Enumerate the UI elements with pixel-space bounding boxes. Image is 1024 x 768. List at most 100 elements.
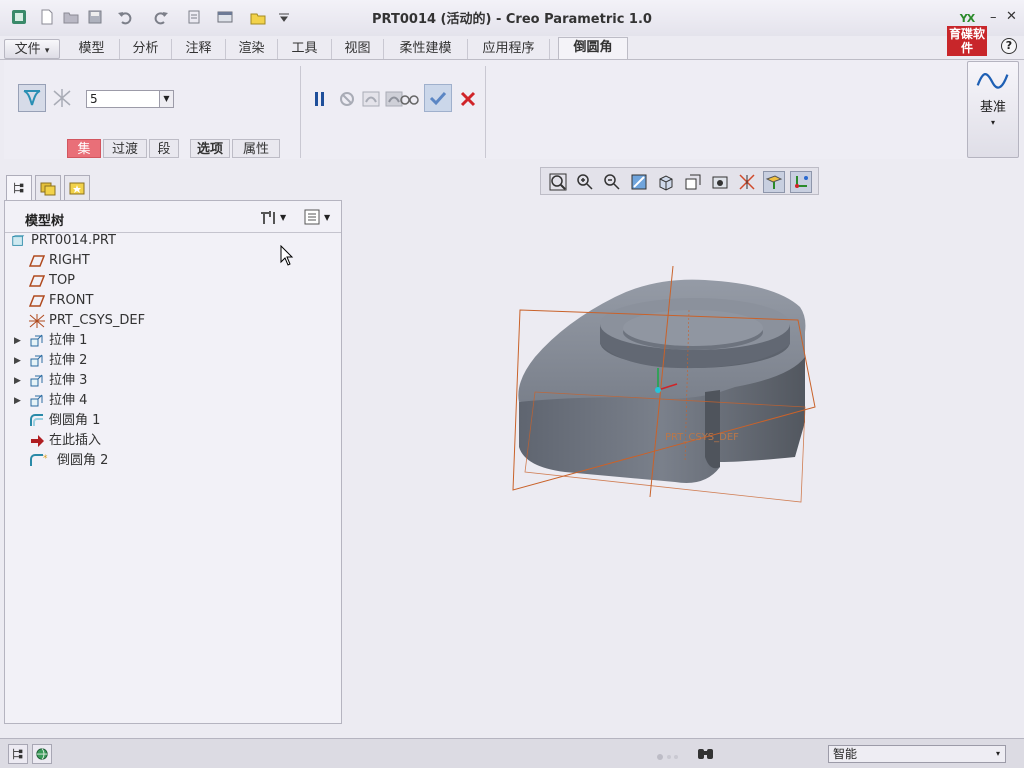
tree-item-label: 拉伸 2 bbox=[49, 353, 88, 368]
tree-show-button[interactable]: ▼ bbox=[303, 207, 330, 227]
view-manager-icon[interactable] bbox=[709, 171, 731, 193]
chevron-down-icon: ▼ bbox=[280, 212, 287, 222]
tree-item[interactable]: ▶ 拉伸 3 bbox=[5, 371, 341, 391]
tree-item-label: 拉伸 3 bbox=[49, 373, 88, 388]
subtab-properties[interactable]: 属性 bbox=[232, 139, 280, 158]
selection-filter-select[interactable]: 智能 ▾ bbox=[828, 745, 1006, 763]
tree-item[interactable]: 在此插入 bbox=[5, 431, 341, 451]
tree-item[interactable]: * 倒圆角 2 bbox=[5, 451, 341, 471]
tree-item[interactable]: PRT_CSYS_DEF bbox=[5, 311, 341, 331]
tree-item[interactable]: ▶ 拉伸 4 bbox=[5, 391, 341, 411]
tab-render[interactable]: 渲染 bbox=[226, 39, 278, 59]
refit-icon[interactable] bbox=[547, 171, 569, 193]
tab-model[interactable]: 模型 bbox=[64, 39, 120, 59]
radius-value: 5 bbox=[90, 92, 98, 106]
folder-browser-tab-icon[interactable] bbox=[35, 175, 61, 201]
datum-button[interactable]: 基准 ▾ bbox=[967, 61, 1019, 158]
expand-arrow-icon[interactable]: ▶ bbox=[14, 391, 21, 411]
chevron-down-icon: ▾ bbox=[44, 46, 50, 56]
tab-tools[interactable]: 工具 bbox=[278, 39, 332, 59]
extrude-icon bbox=[29, 334, 45, 348]
confirm-check-icon[interactable] bbox=[424, 84, 452, 112]
round-set-mode-icon[interactable] bbox=[18, 84, 46, 112]
tab-flexible-modeling[interactable]: 柔性建模 bbox=[384, 39, 468, 59]
tree-item[interactable]: ▶ 拉伸 2 bbox=[5, 351, 341, 371]
plane-display-icon[interactable] bbox=[763, 171, 785, 193]
subtab-transitions[interactable]: 过渡 bbox=[103, 139, 147, 158]
tree-item-label: TOP bbox=[49, 273, 76, 288]
tab-applications[interactable]: 应用程序 bbox=[468, 39, 550, 59]
tree-item-label: 拉伸 4 bbox=[49, 393, 88, 408]
cancel-x-icon[interactable] bbox=[454, 85, 482, 113]
verify-mode-icon[interactable] bbox=[396, 85, 422, 113]
display-style-icon[interactable] bbox=[655, 171, 677, 193]
model-tree-title: 模型树 bbox=[25, 214, 65, 229]
minimize-icon[interactable]: – bbox=[990, 10, 997, 25]
tab-file-label: 文件 bbox=[14, 42, 41, 57]
round-ribbon: 5 ▼ 集 过渡 段 选项 属性 bbox=[4, 60, 1020, 159]
tab-analysis[interactable]: 分析 bbox=[120, 39, 172, 59]
tree-item[interactable]: FRONT bbox=[5, 291, 341, 311]
radius-input[interactable]: 5 ▼ bbox=[86, 90, 174, 108]
transition-mode-icon[interactable] bbox=[48, 84, 76, 112]
tree-settings-button[interactable]: ▼ bbox=[259, 207, 286, 227]
tree-item-label: 在此插入 bbox=[49, 433, 102, 448]
expand-arrow-icon[interactable]: ▶ bbox=[14, 351, 21, 371]
zoom-in-icon[interactable] bbox=[574, 171, 596, 193]
no-preview-icon[interactable] bbox=[334, 85, 360, 113]
tab-round[interactable]: 倒圆角 bbox=[558, 37, 628, 60]
selection-filter-value: 智能 bbox=[833, 747, 858, 761]
part-model-view[interactable]: PRT_CSYS_DEF bbox=[505, 262, 825, 512]
repaint-icon[interactable] bbox=[628, 171, 650, 193]
model-tree-panel: 模型树 ▼ ▼ PRT0014.PRT RIGHT TOP FRONT PRT_CSYS… bbox=[4, 200, 342, 724]
ribbon-tabs: 文件 ▾ 模型 分析 注释 渲染 工具 视图 柔性建模 应用程序 倒圆角 bbox=[0, 37, 1024, 60]
browser-toggle-icon[interactable] bbox=[32, 744, 52, 764]
round-new-icon: * bbox=[29, 454, 51, 468]
insert-here-icon bbox=[29, 434, 45, 448]
csys-display-icon[interactable] bbox=[790, 171, 812, 193]
tree-item-label: PRT_CSYS_DEF bbox=[49, 313, 146, 328]
favorites-tab-icon[interactable] bbox=[64, 175, 90, 201]
window-title: PRT0014 (活动的) - Creo Parametric 1.0 bbox=[372, 12, 652, 27]
graphics-toolbar bbox=[540, 167, 819, 195]
datum-curve-icon bbox=[976, 73, 1009, 89]
tree-item[interactable]: 倒圆角 1 bbox=[5, 411, 341, 431]
subtab-sets[interactable]: 集 bbox=[67, 139, 101, 158]
datum-plane-icon bbox=[28, 254, 46, 268]
chevron-down-icon: ▼ bbox=[324, 212, 331, 222]
expand-arrow-icon[interactable]: ▶ bbox=[14, 331, 21, 351]
csys-origin bbox=[655, 387, 661, 393]
subtab-pieces[interactable]: 段 bbox=[149, 139, 179, 158]
tree-item[interactable]: TOP bbox=[5, 271, 341, 291]
part-icon bbox=[11, 234, 27, 248]
tree-item[interactable]: ▶ 拉伸 1 bbox=[5, 331, 341, 351]
zoom-out-icon[interactable] bbox=[601, 171, 623, 193]
tab-annotate[interactable]: 注释 bbox=[172, 39, 226, 59]
list-icon bbox=[304, 209, 320, 225]
subtab-options[interactable]: 选项 bbox=[190, 139, 230, 158]
expand-arrow-icon[interactable]: ▶ bbox=[14, 371, 21, 391]
hammer-icon bbox=[261, 211, 275, 224]
tree-item-label: 倒圆角 1 bbox=[49, 413, 101, 428]
navigator-toggle-icon[interactable] bbox=[8, 744, 28, 764]
csys-label: PRT_CSYS_DEF bbox=[665, 432, 739, 443]
tree-item-label: RIGHT bbox=[49, 253, 90, 268]
group-separator bbox=[300, 66, 301, 158]
tab-file[interactable]: 文件 ▾ bbox=[4, 39, 60, 59]
pause-icon[interactable] bbox=[306, 85, 334, 113]
tab-view[interactable]: 视图 bbox=[332, 39, 384, 59]
chevron-down-icon[interactable]: ▼ bbox=[159, 91, 173, 107]
logo-mark: YX bbox=[959, 12, 975, 25]
saved-views-icon[interactable] bbox=[682, 171, 704, 193]
model-tree-tab-icon[interactable] bbox=[6, 175, 32, 201]
perspective-view-icon[interactable] bbox=[736, 171, 758, 193]
datum-plane-icon bbox=[28, 274, 46, 288]
find-binoculars-icon[interactable] bbox=[694, 745, 718, 763]
extrude-icon bbox=[29, 394, 45, 408]
status-bar: 智能 ▾ bbox=[0, 738, 1024, 768]
close-icon[interactable]: ✕ bbox=[1006, 9, 1017, 24]
datum-plane-icon bbox=[28, 294, 46, 308]
mouse-cursor-icon bbox=[280, 245, 294, 266]
tree-item-label: 倒圆角 2 bbox=[57, 453, 109, 468]
title-bar: PRT0014 (活动的) - Creo Parametric 1.0 bbox=[0, 0, 1024, 36]
